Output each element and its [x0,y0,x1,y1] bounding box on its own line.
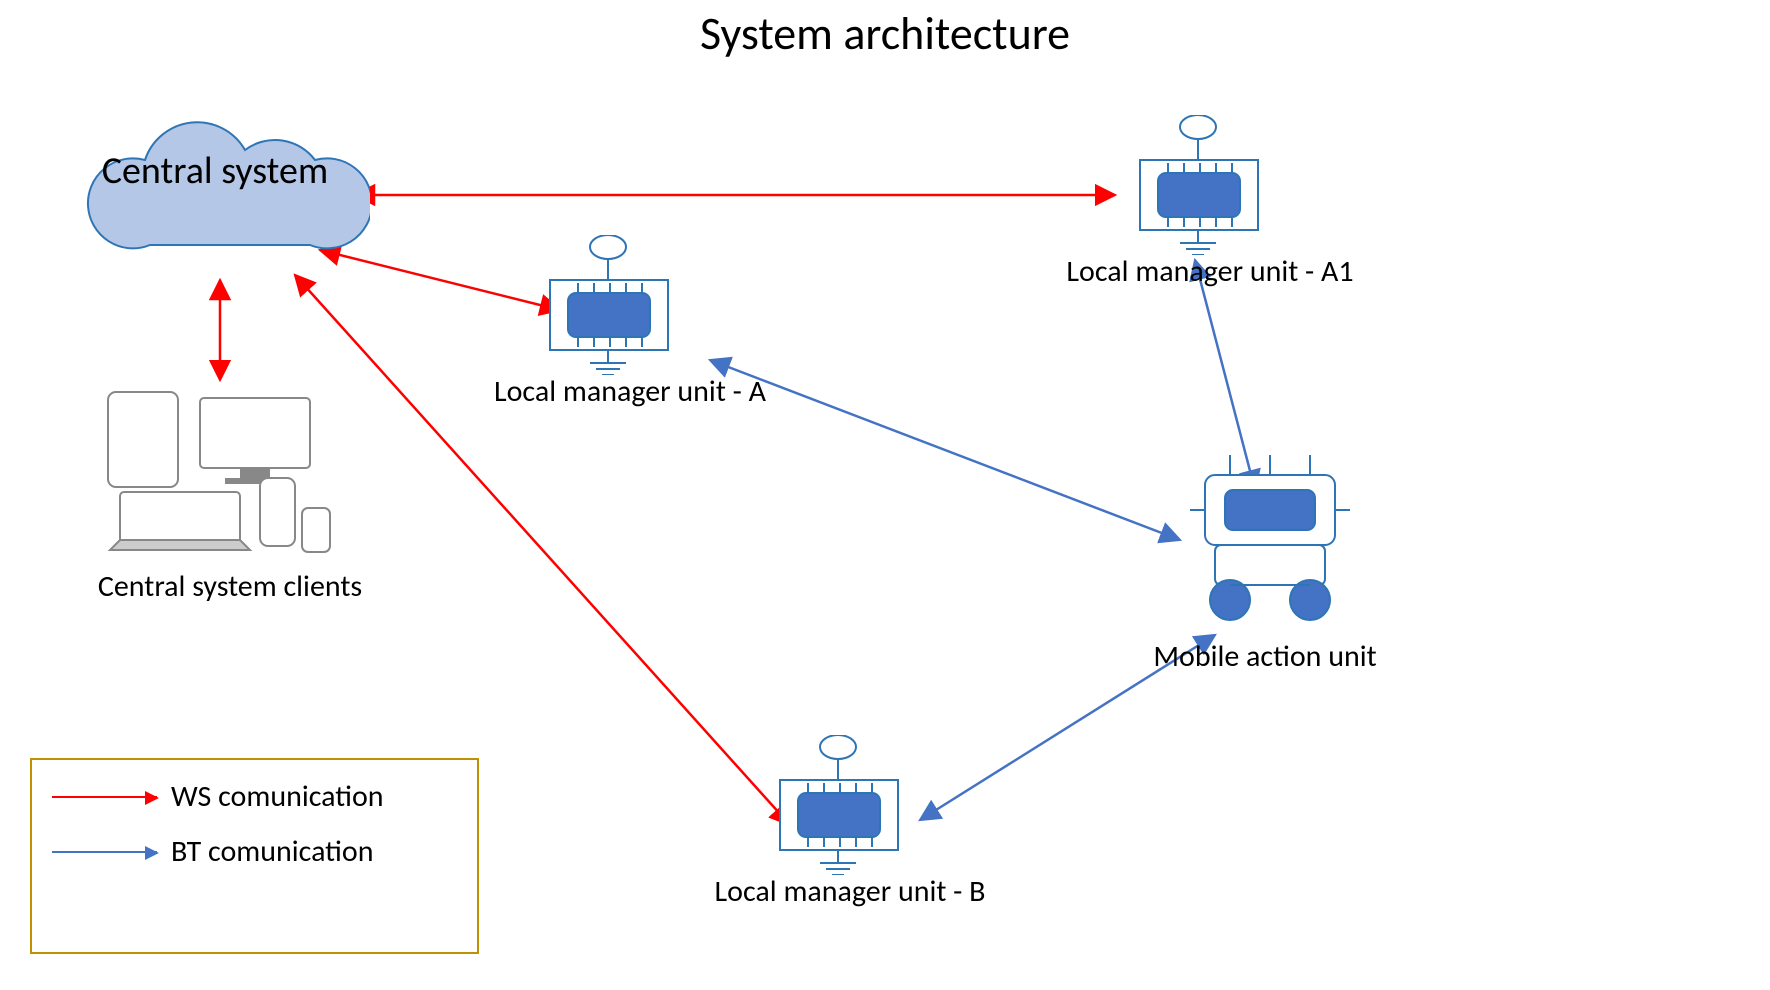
client-devices-label: Central system clients [70,570,390,605]
legend-bt-row: BT comunication [52,833,477,870]
local-manager-a-label: Local manager unit - A [440,375,820,410]
legend-bt-arrow-icon [52,851,157,853]
local-manager-a1-label: Local manager unit - A1 [1020,255,1400,290]
legend-bt-label: BT comunication [171,833,373,870]
legend-box: WS comunication BT comunication [30,758,479,954]
local-manager-b-label: Local manager unit - B [660,875,1040,910]
central-system-cloud-icon [70,115,370,285]
local-manager-a-icon [530,235,690,375]
mobile-unit-icon [1170,445,1370,650]
local-manager-a1-icon [1120,115,1280,255]
central-system-label: Central system [100,148,330,194]
local-manager-b-icon [760,735,920,875]
legend-ws-row: WS comunication [52,778,477,815]
legend-ws-arrow-icon [52,796,157,798]
legend-ws-label: WS comunication [171,778,384,815]
client-devices-icon [90,380,345,560]
mobile-unit-label: Mobile action unit [1115,640,1415,675]
